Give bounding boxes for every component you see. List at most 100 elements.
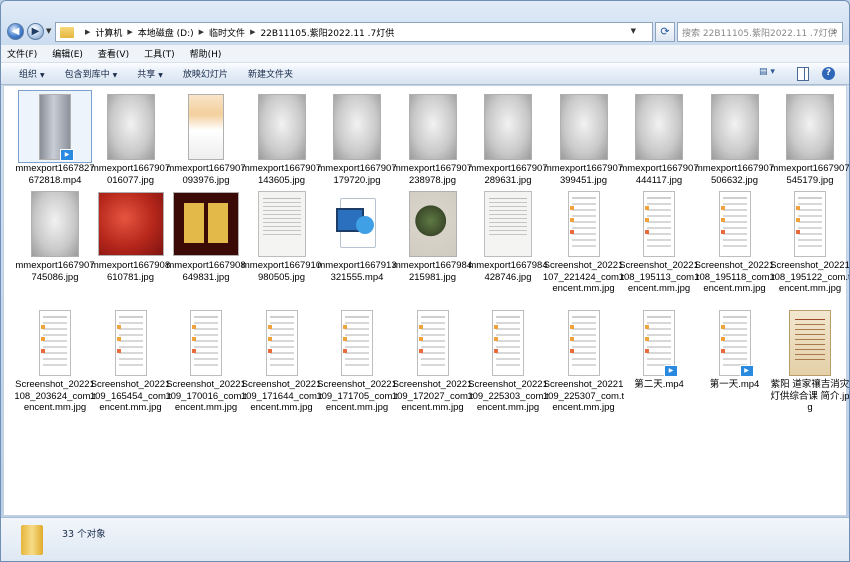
file-name[interactable]: 第二天.mp4 xyxy=(618,379,700,391)
file-item[interactable]: Screenshot_20221108_195122_com.tencent.m… xyxy=(769,187,849,294)
file-thumbnail[interactable] xyxy=(320,90,394,163)
file-thumbnail[interactable] xyxy=(622,187,696,260)
file-thumbnail[interactable] xyxy=(547,90,621,163)
include-in-library-button[interactable]: 包含到库中 ▼ xyxy=(65,67,118,80)
chevron-right-icon[interactable]: ▶ xyxy=(127,28,132,36)
back-button[interactable]: ◀ xyxy=(7,23,24,40)
file-name[interactable]: Screenshot_20221109_172027_com.tencent.m… xyxy=(392,379,474,414)
file-item[interactable]: ▶ 第一天.mp4 xyxy=(698,306,772,400)
file-thumbnail[interactable] xyxy=(773,306,847,379)
file-item[interactable]: mmexport1667908610781.jpg xyxy=(91,187,170,283)
file-name[interactable]: Screenshot_20221109_171705_com.tencent.m… xyxy=(316,379,398,414)
file-name[interactable]: mmexport1667907289631.jpg xyxy=(467,163,549,186)
file-thumbnail[interactable] xyxy=(245,90,319,163)
file-name[interactable]: mmexport1667913321555.mp4 xyxy=(316,260,398,283)
file-name[interactable]: mmexport1667907179720.jpg xyxy=(316,163,398,186)
file-item[interactable]: mmexport1667907143605.jpg xyxy=(242,90,321,186)
file-item[interactable]: Screenshot_20221108_195113_com.tencent.m… xyxy=(619,187,699,294)
file-item[interactable]: mmexport1667907745086.jpg xyxy=(15,187,95,283)
file-item[interactable]: mmexport1667907093976.jpg xyxy=(166,90,246,186)
file-name[interactable]: mmexport1667907238978.jpg xyxy=(392,163,474,186)
file-thumbnail[interactable] xyxy=(169,306,243,379)
file-thumbnail[interactable] xyxy=(94,90,168,163)
new-folder-button[interactable]: 新建文件夹 xyxy=(248,67,293,80)
file-name[interactable]: Screenshot_20221109_165454_com.tencent.m… xyxy=(90,379,172,414)
file-name[interactable]: Screenshot_20221109_225303_com.tencent.m… xyxy=(467,379,549,414)
breadcrumb-drive-d[interactable]: 本地磁盘 (D:) xyxy=(138,26,194,39)
file-name[interactable]: mmexport1667907444117.jpg xyxy=(618,163,700,186)
file-list[interactable]: ▶ mmexport1667827672818.mp4 mmexport166790… xyxy=(3,85,849,516)
file-item[interactable]: mmexport1667907016077.jpg xyxy=(91,90,170,186)
file-item[interactable]: mmexport1667907179720.jpg xyxy=(317,90,397,186)
file-thumbnail[interactable] xyxy=(169,187,243,260)
help-icon[interactable]: ? xyxy=(822,67,835,80)
file-thumbnail[interactable] xyxy=(547,306,621,379)
file-thumbnail[interactable] xyxy=(547,187,621,260)
file-name[interactable]: Screenshot_20221107_221424_com.tencent.m… xyxy=(543,260,625,295)
file-item[interactable]: ▶ 第二天.mp4 xyxy=(622,306,696,400)
file-item[interactable]: Screenshot_20221109_171644_com.tencent.m… xyxy=(241,306,322,413)
organize-button[interactable]: 组织 ▼ xyxy=(19,67,45,80)
address-dropdown-icon[interactable]: ▼ xyxy=(631,27,636,35)
file-item[interactable]: Screenshot_20221109_172027_com.tencent.m… xyxy=(392,306,473,413)
file-item[interactable]: Screenshot_20221109_171705_com.tencent.m… xyxy=(316,306,398,413)
change-view-icon[interactable]: ▤ ▾ xyxy=(759,67,781,81)
file-name[interactable]: 第一天.mp4 xyxy=(694,379,776,391)
menu-tools[interactable]: 工具(T) xyxy=(144,47,175,60)
file-name[interactable]: mmexport1667984215981.jpg xyxy=(392,260,474,283)
file-name[interactable]: mmexport1667907545179.jpg xyxy=(769,163,849,186)
file-item[interactable]: mmexport1667907289631.jpg xyxy=(468,90,548,186)
chevron-right-icon[interactable]: ▶ xyxy=(250,28,255,36)
file-name[interactable]: mmexport1667827672818.mp4 xyxy=(14,163,96,186)
file-thumbnail[interactable] xyxy=(396,187,470,260)
file-item[interactable]: mmexport1667907506632.jpg xyxy=(695,90,774,186)
preview-pane-icon[interactable] xyxy=(797,67,809,81)
file-item[interactable]: Screenshot_20221107_221424_com.tencent.m… xyxy=(543,187,624,294)
file-item[interactable]: mmexport1667910980505.jpg xyxy=(242,187,321,283)
slideshow-button[interactable]: 放映幻灯片 xyxy=(183,67,228,80)
file-name[interactable]: Screenshot_20221108_203624_com.tencent.m… xyxy=(14,379,96,414)
chevron-right-icon[interactable]: ▶ xyxy=(199,28,204,36)
breadcrumb-computer[interactable]: 计算机 xyxy=(95,26,122,39)
file-thumbnail[interactable] xyxy=(698,187,772,260)
file-name[interactable]: Screenshot_20221108_195118_com.tencent.m… xyxy=(694,260,776,295)
file-thumbnail[interactable] xyxy=(245,306,319,379)
file-thumbnail[interactable]: ▶ xyxy=(698,306,772,379)
menu-file[interactable]: 文件(F) xyxy=(7,47,37,60)
file-thumbnail[interactable] xyxy=(471,187,545,260)
file-name[interactable]: Screenshot_20221109_225307_com.tencent.m… xyxy=(543,379,625,414)
file-name[interactable]: mmexport1667907016077.jpg xyxy=(90,163,172,186)
file-thumbnail[interactable]: ▶ xyxy=(18,90,92,163)
file-name[interactable]: Screenshot_20221108_195122_com.tencent.m… xyxy=(769,260,849,295)
chevron-right-icon[interactable]: ▶ xyxy=(85,28,90,36)
menu-view[interactable]: 查看(V) xyxy=(98,47,129,60)
address-bar[interactable]: ▶ 计算机 ▶ 本地磁盘 (D:) ▶ 临时文件 ▶ 22B11105.紫阳20… xyxy=(55,22,653,42)
file-name[interactable]: Screenshot_20221109_171644_com.tencent.m… xyxy=(241,379,323,414)
file-thumbnail[interactable] xyxy=(773,90,847,163)
file-item[interactable]: mmexport1667907545179.jpg xyxy=(770,90,849,186)
file-thumbnail[interactable] xyxy=(622,90,696,163)
file-thumbnail[interactable] xyxy=(396,306,470,379)
file-thumbnail[interactable] xyxy=(773,187,847,260)
file-thumbnail[interactable] xyxy=(471,306,545,379)
file-thumbnail[interactable] xyxy=(94,187,168,260)
file-name[interactable]: Screenshot_20221108_195113_com.tencent.m… xyxy=(618,260,700,295)
file-item[interactable]: mmexport1667984215981.jpg xyxy=(393,187,472,283)
file-thumbnail[interactable]: ▶ xyxy=(622,306,696,379)
file-thumbnail[interactable] xyxy=(169,90,243,163)
file-name[interactable]: 紫阳 道家禳吉消灾灯供综合课 简介.jpg xyxy=(769,379,849,414)
file-name[interactable]: mmexport1667907399451.jpg xyxy=(543,163,625,186)
file-item[interactable]: mmexport1667907399451.jpg xyxy=(544,90,623,186)
search-input[interactable]: 搜索 22B11105.紫阳2022.11 .7灯供 ⌕ xyxy=(677,22,843,42)
share-button[interactable]: 共享 ▼ xyxy=(137,67,163,80)
menu-help[interactable]: 帮助(H) xyxy=(190,47,222,60)
file-item[interactable]: Screenshot_20221109_170016_com.tencent.m… xyxy=(165,306,247,413)
file-name[interactable]: mmexport1667907093976.jpg xyxy=(165,163,247,186)
file-item[interactable]: mmexport1667908649831.jpg xyxy=(166,187,246,283)
file-thumbnail[interactable] xyxy=(18,187,92,260)
file-item[interactable]: Screenshot_20221108_203624_com.tencent.m… xyxy=(14,306,96,413)
file-thumbnail[interactable] xyxy=(245,187,319,260)
file-item[interactable]: mmexport1667913321555.mp4 xyxy=(317,187,397,283)
file-thumbnail[interactable] xyxy=(320,187,394,260)
file-name[interactable]: mmexport1667908649831.jpg xyxy=(165,260,247,283)
